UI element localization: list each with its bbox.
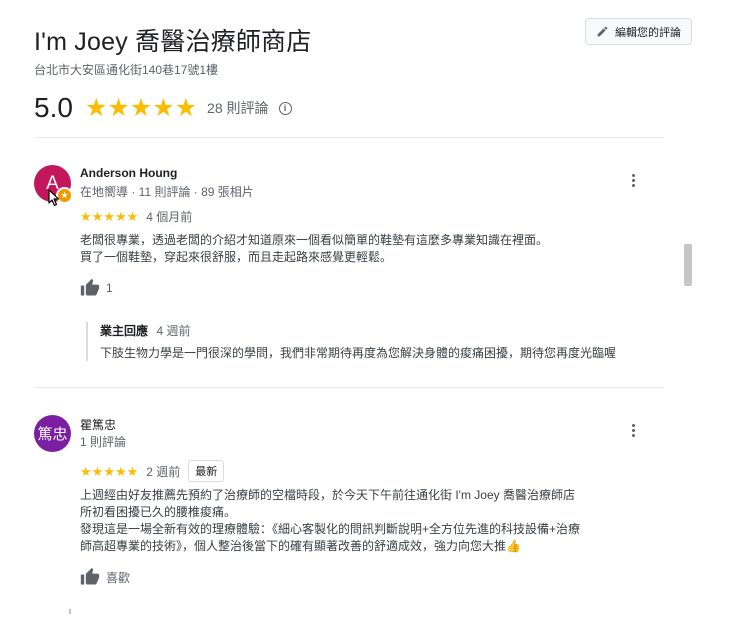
star-icon: ★ <box>91 209 104 224</box>
review-card: 篤忠 瞿篤忠 1 則評論 ★ ★ ★ ★ ★ 2 週前 最新 上週經由好友推薦先… <box>34 415 664 605</box>
star-icon: ★ <box>80 463 92 479</box>
thumbs-up-icon <box>80 567 100 585</box>
rating-value: 5.0 <box>34 92 73 123</box>
star-icon: ★ <box>103 463 115 479</box>
owner-reply-time: 4 週前 <box>156 324 191 338</box>
thumbs-up-icon <box>80 278 100 296</box>
review-rating: ★ ★ ★ ★ ★ 4 個月前 <box>80 208 192 225</box>
review-time: 2 週前 <box>146 464 181 479</box>
owner-reply-label: 業主回應 <box>100 324 149 338</box>
info-icon[interactable]: i <box>278 101 292 115</box>
review-text-line: 發現這是一場全新有效的理療體驗：《細心客製化的問訊判斷說明+全方位先進的科技設備… <box>80 522 581 553</box>
star-icon: ★ <box>80 209 92 224</box>
star-icon: ★ <box>114 463 127 479</box>
owner-reply: 業主回應 4 週前 下肢生物力學是一門很深的學問，我們非常期待再度為您解決身體的… <box>86 322 646 361</box>
like-label: 喜歡 <box>106 570 131 585</box>
review-text: 上週經由好友推薦先預約了治療師的空檔時段，於今天下午前往通化街 I'm Joey… <box>80 487 585 555</box>
review-text-line: 老闆很專業，透過老闆的介紹才知道原來一個看似簡單的鞋墊有這麼多專業知識在裡面。 <box>80 233 549 247</box>
scrollbar-thumb[interactable] <box>684 244 692 286</box>
rating-stars: ★ ★ ★ ★ ★ <box>84 93 198 122</box>
review-time: 4 個月前 <box>146 210 193 224</box>
divider <box>69 609 71 614</box>
review-text-line: 買了一個鞋墊，穿起來很舒服，而且走起路來感覺更輕鬆。 <box>80 250 393 264</box>
star-icon: ★ <box>126 209 139 224</box>
review-count: 28 則評論 <box>207 100 269 116</box>
owner-reply-text: 下肢生物力學是一門很深的學問，我們非常期待再度為您解決身體的痠痛困擾，期待您再度… <box>100 346 617 360</box>
star-icon: ★ <box>174 93 198 122</box>
reviewer-meta: 1 則評論 <box>80 435 127 449</box>
like-count: 1 <box>106 281 113 295</box>
review-card: A ★ Anderson Houng 在地嚮導 · 11 則評論 · 89 張相… <box>34 165 664 365</box>
like-button[interactable]: 1 <box>80 278 113 298</box>
reviewer-name[interactable]: Anderson Houng <box>80 166 177 180</box>
pencil-icon <box>597 26 608 37</box>
divider <box>34 137 664 138</box>
store-address: 台北市大安區通化街140巷17號1樓 <box>34 63 219 77</box>
avatar-initial: 篤忠 <box>37 426 68 443</box>
more-options-icon[interactable] <box>624 171 642 189</box>
like-button[interactable]: 喜歡 <box>80 567 130 587</box>
avatar[interactable]: 篤忠 <box>34 415 71 452</box>
new-badge: 最新 <box>188 460 225 482</box>
star-icon: ★ <box>129 93 153 122</box>
review-text: 老闆很專業，透過老闆的介紹才知道原來一個看似簡單的鞋墊有這麼多專業知識在裡面。 … <box>80 232 585 266</box>
rating-summary: 5.0 ★ ★ ★ ★ ★ 28 則評論 i <box>34 92 694 124</box>
reviewer-meta: 在地嚮導 · 11 則評論 · 89 張相片 <box>80 185 254 199</box>
more-options-icon[interactable] <box>624 421 642 439</box>
star-icon: ★ <box>84 93 108 122</box>
star-icon: ★ <box>114 209 127 224</box>
star-icon: ★ <box>152 93 175 122</box>
star-icon: ★ <box>126 463 139 479</box>
review-rating: ★ ★ ★ ★ ★ 2 週前 最新 <box>80 460 225 482</box>
mouse-cursor-icon <box>48 189 60 207</box>
star-icon: ★ <box>107 93 130 122</box>
reviewer-name[interactable]: 瞿篤忠 <box>80 416 116 433</box>
divider <box>34 387 664 388</box>
star-icon: ★ <box>103 209 115 224</box>
edit-review-label: 編輯您的評論 <box>615 26 681 39</box>
star-icon: ★ <box>91 463 104 479</box>
edit-review-button[interactable]: 編輯您的評論 <box>585 18 692 45</box>
review-text-line: 上週經由好友推薦先預約了治療師的空檔時段，於今天下午前往通化街 I'm Joey… <box>80 488 575 519</box>
